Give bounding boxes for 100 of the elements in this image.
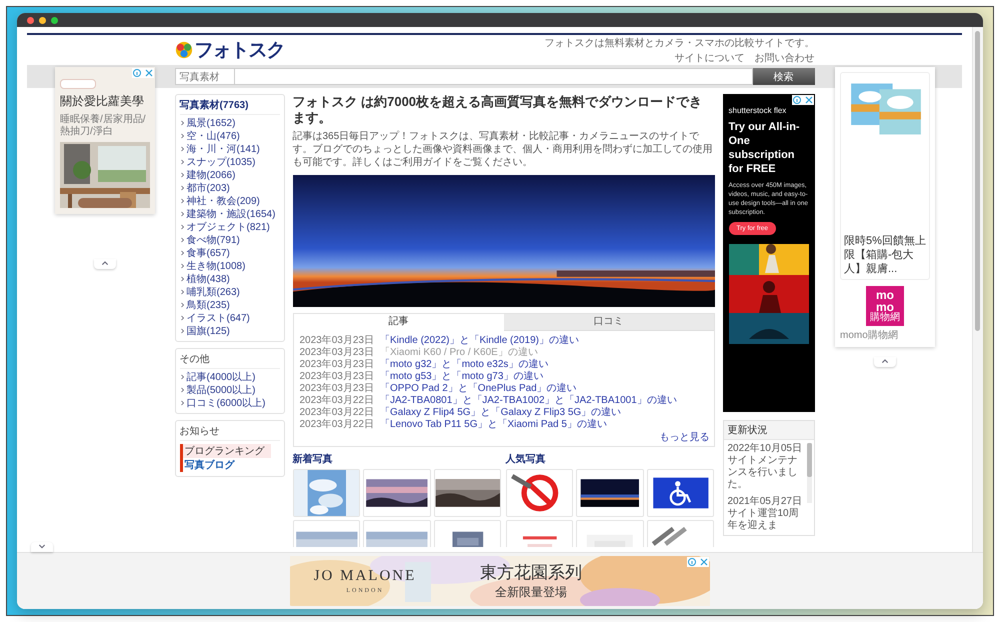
news-link[interactable]: 「Lenovo Tab P11 5G」と「Xiaomi Pad 5」の違い (380, 417, 607, 431)
search-category[interactable]: 写真素材 (174, 68, 234, 85)
photo-thumbnail[interactable] (506, 469, 574, 517)
news-link[interactable]: 「JA2-TBA0801」と「JA2-TBA1002」と「JA2-TBA1001」の違い (380, 393, 677, 407)
ranking-badge[interactable]: ブログランキング 写真ブログ (180, 444, 270, 472)
update-entry: サイト運営10周年を迎えま (728, 508, 800, 532)
panel-heading: 更新状況 (724, 421, 814, 440)
sidebar-item[interactable]: イラスト(647) (186, 310, 250, 324)
header-link[interactable]: お問い合わせ (754, 50, 814, 64)
ad-brand: shutterstock flex (728, 106, 788, 115)
news-date: 2023年03月22日 (300, 406, 374, 419)
sidebar-heading: お知らせ (180, 424, 280, 441)
news-date: 2023年03月23日 (300, 370, 374, 383)
photo-thumbnail[interactable] (646, 469, 714, 517)
photo-thumbnail[interactable] (363, 469, 431, 517)
photo-thumbnail[interactable] (292, 469, 360, 517)
maximize-button[interactable] (51, 16, 58, 24)
page-heading: フォトスク は約7000枚を超える高画質写真を無料でダウンロードできます。 (292, 94, 704, 126)
news-date: 2023年03月23日 (300, 346, 374, 359)
chevron-down-icon (38, 543, 46, 551)
site-logo[interactable]: フォトスク (194, 37, 284, 63)
sidebar-item[interactable]: オブジェクト(821) (186, 220, 270, 234)
sidebar-heading: 写真素材(7763) (180, 98, 280, 115)
photo-thumbnail[interactable] (434, 520, 502, 547)
ad-info-icon (687, 557, 709, 567)
ad-headline: 東方花園系列 (480, 562, 582, 584)
photo-thumbnail[interactable] (434, 469, 502, 517)
sidebar-item[interactable]: 記事(4000以上) (186, 370, 256, 384)
sidebar-heading: その他 (180, 352, 280, 369)
sidebar-item[interactable]: 神社・教会(209) (186, 194, 260, 208)
search-field[interactable] (234, 68, 752, 85)
sidebar-item[interactable]: 製品(5000以上) (186, 382, 256, 396)
collapse-tab[interactable] (874, 357, 896, 367)
chevron-right-icon (180, 250, 186, 256)
ad-card[interactable]: 限時5%回饋無上限【箱購-包大人】親膚... (840, 72, 930, 280)
sidebar-item[interactable]: 鳥類(235) (186, 298, 230, 312)
photo-thumbnail[interactable] (646, 520, 714, 547)
tab[interactable]: 口コミ (504, 314, 714, 331)
ad-headline: 關於愛比蘿美學 (60, 93, 145, 110)
logo-icon (174, 41, 192, 59)
sidebar-item[interactable]: 口コミ(6000以上) (186, 396, 266, 410)
close-button[interactable] (27, 16, 34, 24)
photo-thumbnail[interactable] (576, 520, 644, 547)
sidebar-item[interactable]: 食事(657) (186, 246, 230, 260)
sidebar-item[interactable]: 空・山(476) (186, 128, 240, 142)
header-link[interactable]: サイトについて (674, 50, 744, 64)
sidebar-item[interactable]: 哺乳類(263) (186, 284, 240, 298)
sidebar-item[interactable]: 生き物(1008) (186, 258, 246, 272)
chevron-right-icon (180, 146, 186, 152)
collapse-tab[interactable] (94, 259, 116, 269)
sidebar-item[interactable]: 建物(2066) (186, 168, 236, 182)
news-link[interactable]: 「moto g32」と「moto e32s」の違い (380, 357, 548, 371)
scrollbar-thumb[interactable] (975, 31, 980, 331)
news-date: 2023年03月22日 (300, 394, 374, 407)
chevron-up-icon (100, 260, 108, 268)
ad-headline: Try our All-in-One subscription for FREE (728, 120, 801, 176)
news-link[interactable]: 「moto g53」と「moto g73」の違い (380, 369, 544, 383)
ad-text: 睡眠保養/居家用品/熱抽刀/淨白 (60, 114, 147, 138)
logo-text: mo (876, 301, 894, 313)
scrollbar-thumb[interactable] (806, 443, 812, 477)
update-date: 2021年05月27日 (728, 496, 803, 508)
ad-brand: JO MALONE (314, 568, 416, 585)
chevron-right-icon (180, 172, 186, 178)
news-link[interactable]: 「OPPO Pad 2」と「OnePlus Pad」の違い (380, 381, 577, 395)
chevron-right-icon (180, 210, 186, 216)
chevron-right-icon (180, 224, 186, 230)
photo-thumbnail[interactable] (363, 520, 431, 547)
photo-thumbnail[interactable] (292, 520, 360, 547)
scrollbar[interactable] (806, 443, 812, 503)
sidebar-item[interactable]: 都市(203) (186, 180, 230, 194)
ad-text: 全新限量登場 (495, 584, 567, 601)
search-button[interactable]: 検索 (752, 68, 814, 85)
tagline: フォトスクは無料素材とカメラ・スマホの比較サイトです。 (544, 36, 814, 50)
collapse-tab[interactable] (31, 542, 53, 552)
sidebar-item[interactable]: 食べ物(791) (186, 232, 240, 246)
minimize-button[interactable] (39, 16, 46, 24)
news-link[interactable]: 「Kindle (2022)」と「Kindle (2019)」の違い (380, 333, 579, 347)
news-link[interactable]: 「Galaxy Z Flip4 5G」と「Galaxy Z Flip3 5G」の違い (380, 405, 622, 419)
sidebar-item[interactable]: 海・川・河(141) (186, 142, 260, 156)
sidebar-item[interactable]: 植物(438) (186, 272, 230, 286)
ad-headline: 限時5%回饋無上限【箱購-包大人】親膚... (844, 234, 926, 276)
logo-text: 購物網 (870, 313, 900, 323)
photo-thumbnail[interactable] (576, 469, 644, 517)
more-link[interactable]: もっと見る (660, 430, 710, 444)
chevron-right-icon (180, 328, 186, 334)
badge-text: ブログランキング (182, 444, 270, 458)
ad-logo (60, 79, 96, 89)
sidebar-item[interactable]: 建築物・施設(1654) (186, 206, 276, 220)
chevron-right-icon (180, 236, 186, 242)
photo-thumbnail[interactable] (506, 520, 574, 547)
news-date: 2023年03月23日 (300, 382, 374, 395)
sidebar-item[interactable]: 国旗(125) (186, 324, 230, 338)
chevron-right-icon (180, 120, 186, 126)
update-entry: サイトメンテナンスを行いました。 (728, 455, 798, 491)
ad-source: momo購物網 (840, 328, 899, 342)
ad-info-icon (792, 95, 814, 105)
sidebar-item[interactable]: 風景(1652) (186, 116, 236, 130)
sidebar-item[interactable]: スナップ(1035) (186, 154, 256, 168)
news-date: 2023年03月23日 (300, 358, 374, 371)
news-date: 2023年03月23日 (300, 334, 374, 347)
